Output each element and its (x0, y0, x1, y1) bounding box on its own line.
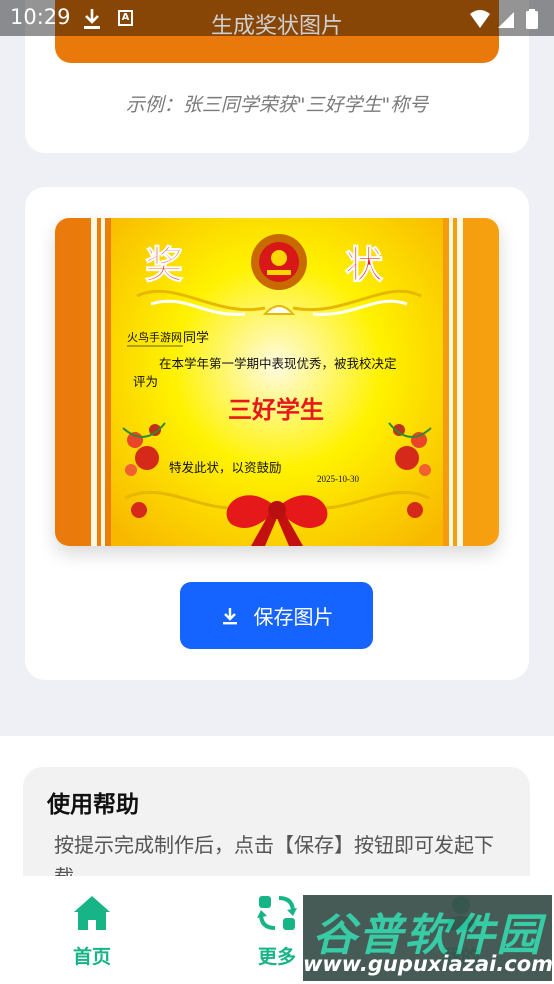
battery-icon (526, 11, 538, 29)
help-box: 使用帮助 按提示完成制作后，点击【保存】按钮即可发起下载 (23, 767, 530, 876)
home-icon (74, 896, 110, 930)
tab-home[interactable]: 首页 (37, 894, 147, 969)
cert-award: 三好学生 (228, 396, 324, 424)
help-title: 使用帮助 (47, 792, 139, 818)
cert-date: 2025-10-30 (317, 474, 359, 484)
download-icon (222, 607, 237, 624)
status-icons (470, 9, 538, 29)
cert-closing: 特发此状，以资鼓励 (169, 460, 282, 475)
cert-recipient-name: 火鸟手游网 (127, 330, 182, 344)
cert-body-line2: 评为 (133, 374, 158, 389)
save-image-label: 保存图片 (253, 605, 334, 629)
certificate-image: 奖 状 火鸟手游网 同学 在本学年第一学期中表现优秀，被我校决定 评为 三好学生 (55, 218, 499, 546)
preview-card: 奖 状 火鸟手游网 同学 在本学年第一学期中表现优秀，被我校决定 评为 三好学生 (25, 187, 529, 680)
status-bar: 10:29 A 生成奖状图片 (0, 0, 554, 39)
tab-home-label: 首页 (72, 946, 111, 968)
watermark-url: www.gupuxiazai.com (303, 952, 554, 976)
wifi-icon (470, 10, 490, 28)
emblem-icon (251, 234, 307, 290)
save-image-button[interactable]: 保存图片 (180, 582, 373, 649)
cert-title-right: 状 (345, 245, 384, 287)
refresh-grid-icon (257, 896, 297, 930)
cert-title-left: 奖 (145, 245, 183, 287)
signal-icon (498, 12, 514, 28)
example-hint: 示例：张三同学荣获"三好学生"称号 (125, 94, 429, 116)
cert-body-line1: 在本学年第一学期中表现优秀，被我校决定 (159, 356, 397, 371)
cert-recipient-suffix: 同学 (183, 330, 209, 346)
content-scroll[interactable]: 示例：张三同学荣获"三好学生"称号 奖 状 火鸟手游网 同学 在本学年第一学期中… (0, 0, 554, 876)
help-body: 按提示完成制作后，点击【保存】按钮即可发起下载 (54, 833, 494, 876)
site-watermark: 谷普软件园 www.gupuxiazai.com (303, 895, 554, 981)
